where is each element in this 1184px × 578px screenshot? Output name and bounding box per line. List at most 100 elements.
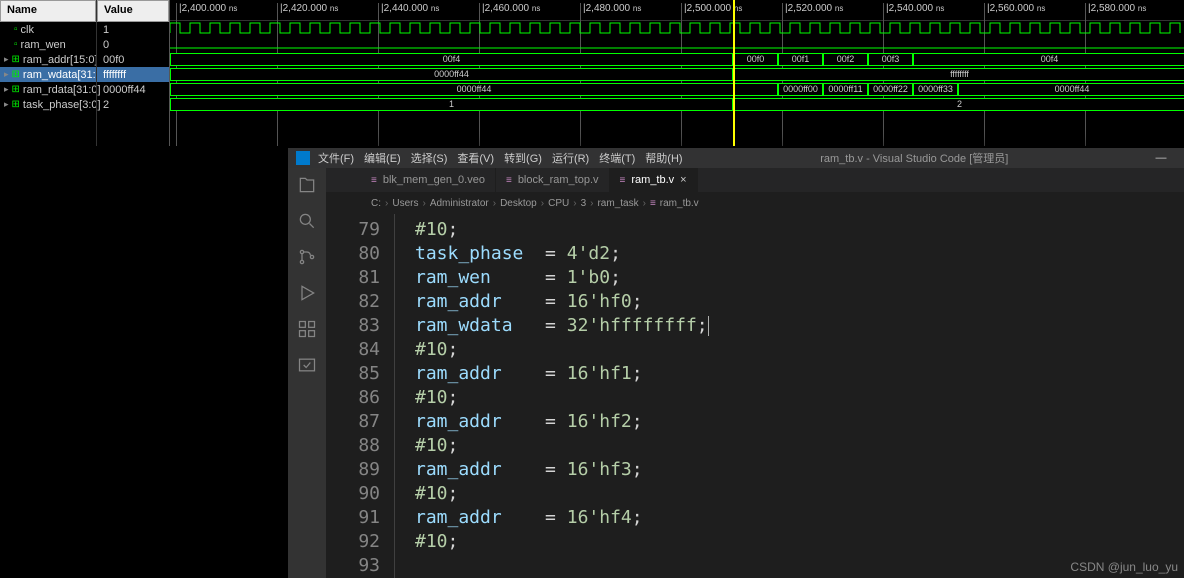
bus-icon: ⊞	[12, 69, 20, 80]
breadcrumb-item[interactable]: 3	[581, 198, 587, 209]
editor-tab[interactable]: ≡blk_mem_gen_0.veo	[361, 168, 496, 192]
line-number: 88	[326, 434, 380, 458]
bus-segment: 00f4	[913, 53, 1184, 66]
vscode-icon	[296, 151, 310, 165]
signal-name: ram_wen	[21, 39, 66, 51]
file-icon: ≡	[620, 175, 626, 186]
code-line[interactable]: ram_addr = 16'hf2;	[415, 410, 1184, 434]
line-number: 82	[326, 290, 380, 314]
waveform-row[interactable]: 0000ff440000ff000000ff110000ff220000ff33…	[170, 81, 1184, 96]
waveform-row[interactable]: 12	[170, 96, 1184, 111]
menu-item[interactable]: 帮助(H)	[645, 150, 682, 166]
code-line[interactable]: #10;	[415, 482, 1184, 506]
menu-item[interactable]: 文件(F)	[318, 150, 354, 166]
menu-item[interactable]: 运行(R)	[552, 150, 589, 166]
code-line[interactable]: #10;	[415, 530, 1184, 554]
signal-row-clk[interactable]: ▫clk	[0, 22, 96, 37]
run-debug-icon[interactable]	[296, 282, 318, 304]
signal-row-ram_wen[interactable]: ▫ram_wen	[0, 37, 96, 52]
menu-item[interactable]: 选择(S)	[411, 150, 448, 166]
line-number: 81	[326, 266, 380, 290]
bus-segment: 0000ff44	[170, 83, 778, 96]
name-column-header[interactable]: Name	[0, 0, 96, 22]
bus-icon: ⊞	[12, 99, 20, 110]
signal-value: 1	[97, 22, 169, 37]
line-number: 92	[326, 530, 380, 554]
line-number: 80	[326, 242, 380, 266]
watermark-text: CSDN @jun_luo_yu	[1070, 560, 1178, 574]
extensions-icon[interactable]	[296, 318, 318, 340]
waveform-area[interactable]: |2,400.000 ns|2,420.000 ns|2,440.000 ns|…	[170, 0, 1184, 146]
waveform-row[interactable]	[170, 36, 1184, 51]
file-icon: ≡	[506, 175, 512, 186]
waveform-row[interactable]	[170, 21, 1184, 36]
explorer-icon[interactable]	[296, 174, 318, 196]
breadcrumb-item[interactable]: Administrator	[430, 198, 489, 209]
signal-row-ram_addr150[interactable]: ▸⊞ram_addr[15:0]	[0, 52, 96, 67]
waveform-row[interactable]: 00f400f000f100f200f300f4	[170, 51, 1184, 66]
line-number: 83	[326, 314, 380, 338]
breadcrumb-item[interactable]: CPU	[548, 198, 569, 209]
value-column-header[interactable]: Value	[97, 0, 169, 22]
line-number: 86	[326, 386, 380, 410]
bus-segment: 00f1	[778, 53, 823, 66]
bus-segment: 00f3	[868, 53, 913, 66]
code-line[interactable]: ram_wdata = 32'hffffffff;	[415, 314, 1184, 338]
breadcrumb-item[interactable]: ram_task	[597, 198, 638, 209]
titlebar[interactable]: 文件(F) 编辑(E) 选择(S) 查看(V) 转到(G) 运行(R) 终端(T) 帮助(H)…	[288, 148, 1184, 168]
tab-label: blk_mem_gen_0.veo	[383, 174, 485, 186]
code-line[interactable]: ram_addr = 16'hf1;	[415, 362, 1184, 386]
menu-item[interactable]: 查看(V)	[457, 150, 494, 166]
code-line[interactable]: #10;	[415, 218, 1184, 242]
bus-segment: ffffffff	[733, 68, 1184, 81]
code-line[interactable]: task_phase = 4'd2;	[415, 242, 1184, 266]
editor-tab[interactable]: ≡ram_tb.v×	[610, 168, 698, 192]
breadcrumb-item[interactable]: C:	[371, 198, 381, 209]
breadcrumb-item[interactable]: Users	[392, 198, 418, 209]
minimize-button[interactable]: —	[1146, 152, 1176, 164]
signal-row-task_phase30[interactable]: ▸⊞task_phase[3:0]	[0, 97, 96, 112]
time-ruler[interactable]: |2,400.000 ns|2,420.000 ns|2,440.000 ns|…	[170, 0, 1184, 21]
signal-value: 2	[97, 97, 169, 112]
code-line[interactable]: #10;	[415, 386, 1184, 410]
code-line[interactable]: #10;	[415, 434, 1184, 458]
code-line[interactable]: ram_addr = 16'hf4;	[415, 506, 1184, 530]
code-line[interactable]: #10;	[415, 338, 1184, 362]
bus-segment: 0000ff44	[170, 68, 733, 81]
menu-bar: 文件(F) 编辑(E) 选择(S) 查看(V) 转到(G) 运行(R) 终端(T) 帮助(H)	[318, 150, 683, 166]
menu-item[interactable]: 编辑(E)	[364, 150, 401, 166]
signal-row-ram_wdata310[interactable]: ▸⊞ram_wdata[31:0]	[0, 67, 96, 82]
code-editor[interactable]: 798081828384858687888990919293 #10;task_…	[326, 214, 1184, 578]
code-line[interactable]: ram_addr = 16'hf3;	[415, 458, 1184, 482]
breadcrumb-item[interactable]: ram_tb.v	[660, 198, 699, 209]
source-control-icon[interactable]	[296, 246, 318, 268]
line-number: 87	[326, 410, 380, 434]
time-cursor[interactable]	[733, 0, 735, 146]
wire-icon: ▫	[14, 39, 18, 50]
line-number: 93	[326, 554, 380, 578]
bus-segment: 0000ff22	[868, 83, 913, 96]
signal-name: task_phase[3:0]	[23, 99, 101, 111]
wire-icon: ▫	[14, 24, 18, 35]
breadcrumb[interactable]: C:›Users›Administrator›Desktop›CPU›3›ram…	[326, 192, 1184, 214]
signal-name: ram_rdata[31:0]	[23, 84, 101, 96]
search-icon[interactable]	[296, 210, 318, 232]
bus-segment: 0000ff11	[823, 83, 868, 96]
menu-item[interactable]: 转到(G)	[504, 150, 542, 166]
editor-tab[interactable]: ≡block_ram_top.v	[496, 168, 610, 192]
activity-bar	[288, 168, 326, 578]
testing-icon[interactable]	[296, 354, 318, 376]
close-icon[interactable]: ×	[680, 174, 686, 186]
menu-item[interactable]: 终端(T)	[599, 150, 635, 166]
signal-row-ram_rdata310[interactable]: ▸⊞ram_rdata[31:0]	[0, 82, 96, 97]
code-line[interactable]: ram_wen = 1'b0;	[415, 266, 1184, 290]
bus-segment: 0000ff44	[958, 83, 1184, 96]
signal-value: 00f0	[97, 52, 169, 67]
bus-segment: 00f4	[170, 53, 733, 66]
line-number: 79	[326, 218, 380, 242]
code-line[interactable]: ram_addr = 16'hf0;	[415, 290, 1184, 314]
waveform-row[interactable]: 0000ff44ffffffff	[170, 66, 1184, 81]
breadcrumb-item[interactable]: Desktop	[500, 198, 537, 209]
line-number: 84	[326, 338, 380, 362]
bus-icon: ⊞	[12, 84, 20, 95]
